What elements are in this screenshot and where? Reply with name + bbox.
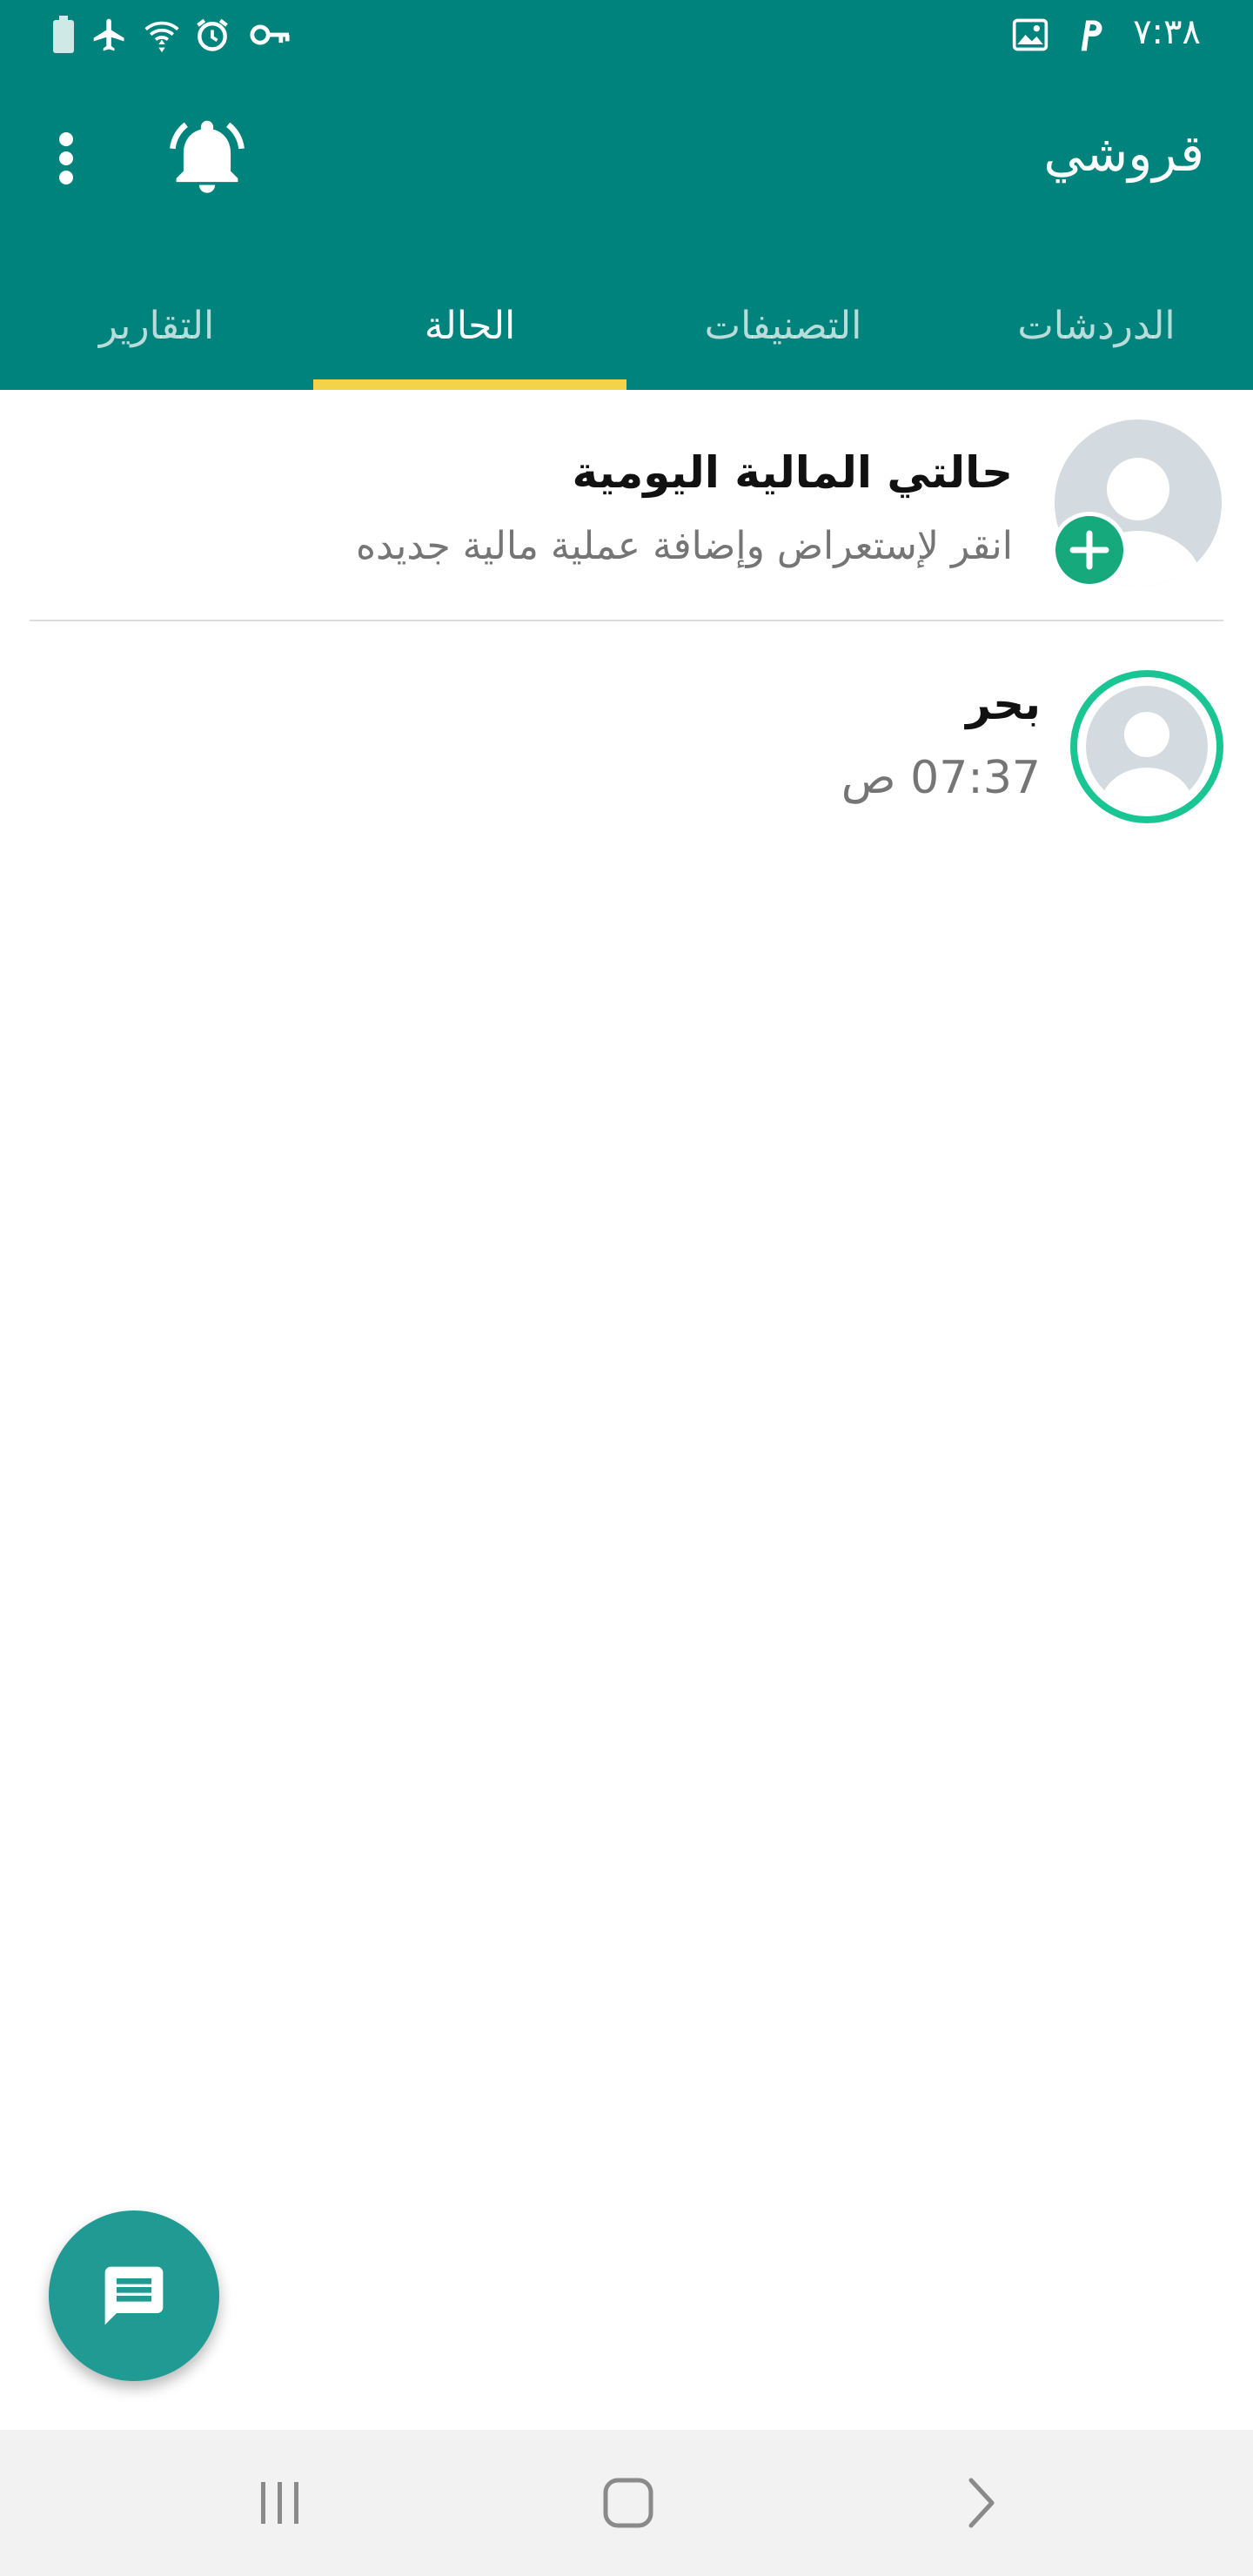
home-icon (603, 2478, 653, 2528)
wifi-icon (144, 21, 179, 53)
system-nav-bar (0, 2430, 1253, 2576)
contact-name: بحر (966, 679, 1041, 729)
bell-ringing-icon (170, 120, 245, 193)
add-status-badge[interactable] (1051, 512, 1128, 588)
tab-categories[interactable]: التصنيفات (626, 261, 940, 390)
tab-indicator (313, 379, 626, 390)
my-status-avatar (1051, 419, 1222, 588)
more-options-icon (59, 132, 73, 184)
vpn-key-icon (250, 24, 290, 45)
home-button[interactable] (541, 2430, 715, 2576)
battery-icon (53, 16, 74, 53)
plus-icon (1055, 516, 1123, 584)
tab-status[interactable]: الحالة (313, 261, 626, 390)
more-options-button[interactable] (38, 122, 94, 195)
airplane-icon (93, 18, 124, 51)
my-status-title: حالتي المالية اليومية (572, 447, 1013, 498)
my-status-row[interactable]: حالتي المالية اليومية انقر لإستعراض وإضا… (0, 390, 1253, 620)
notifications-button[interactable] (160, 110, 254, 204)
tab-bar: الدردشات التصنيفات الحالة التقارير (0, 261, 1253, 390)
alarm-icon (197, 18, 228, 51)
new-message-fab[interactable] (49, 2210, 219, 2381)
message-icon (104, 2266, 164, 2325)
recent-apps-icon (261, 2482, 298, 2524)
app-bar: ٧:٣٨ قروشي الدردشات التصنيفات الحالة الت… (0, 0, 1253, 390)
avatar-ring-icon (1070, 670, 1223, 823)
status-list-item[interactable]: بحر 07:37 ص (0, 621, 1253, 839)
parking-icon (1081, 20, 1102, 51)
tab-chats[interactable]: الدردشات (940, 261, 1253, 390)
back-icon (968, 2478, 995, 2528)
my-status-subtitle: انقر لإستعراض وإضافة عملية مالية جديده (355, 524, 1013, 568)
app-title: قروشي (1043, 124, 1204, 183)
back-button[interactable] (895, 2430, 1069, 2576)
status-time: ٧:٣٨ (1133, 12, 1201, 52)
recent-apps-button[interactable] (193, 2430, 367, 2576)
status-time: 07:37 ص (841, 752, 1041, 804)
tab-reports[interactable]: التقارير (0, 261, 313, 390)
image-icon (1012, 18, 1049, 51)
status-bar: ٧:٣٨ (0, 0, 1253, 70)
contact-avatar (1069, 668, 1225, 825)
